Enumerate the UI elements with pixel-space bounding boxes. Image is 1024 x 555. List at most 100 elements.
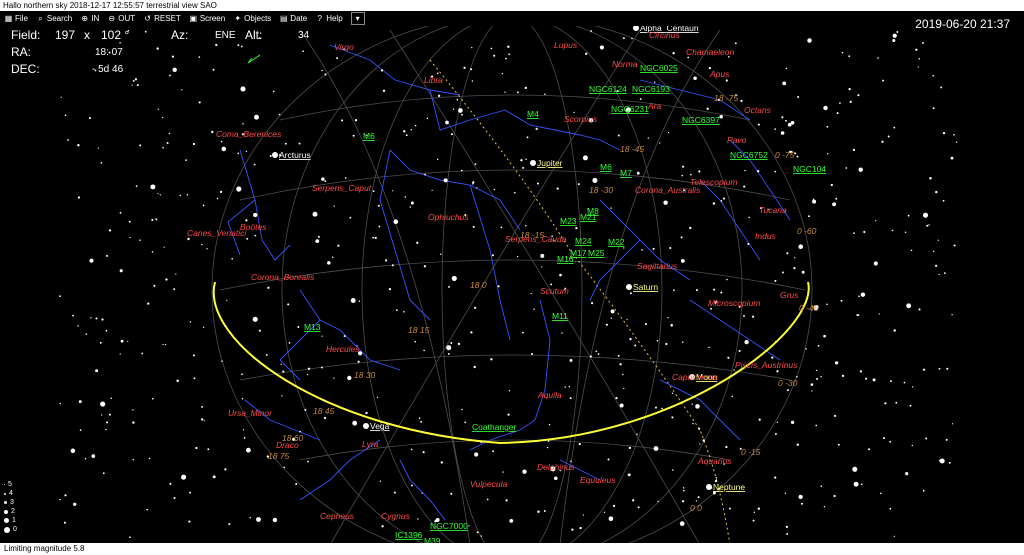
constellation-label[interactable]: Scutum	[540, 286, 569, 296]
star	[288, 341, 291, 344]
constellation-label[interactable]: Pavo	[727, 135, 747, 145]
screen-button[interactable]: ▣ Screen	[189, 14, 226, 23]
deep-sky-object-label[interactable]: M24	[575, 236, 592, 246]
planet-label[interactable]: Vega	[370, 421, 390, 431]
toolbar-dropdown-button[interactable]: ▾	[350, 12, 365, 25]
constellation-label[interactable]: Canes_Venatici	[187, 228, 247, 238]
deep-sky-object-label[interactable]: M23	[560, 216, 577, 226]
star	[135, 185, 138, 187]
star	[852, 148, 856, 152]
deep-sky-object-label[interactable]: M39	[424, 536, 441, 543]
planet-marker[interactable]	[530, 160, 536, 166]
constellation-label[interactable]: Delphinus	[537, 462, 576, 472]
star	[840, 299, 843, 302]
star	[776, 370, 779, 373]
deep-sky-object-label[interactable]: M25	[588, 248, 605, 258]
deep-sky-object-label[interactable]: IC1396	[395, 530, 423, 540]
star	[169, 482, 172, 485]
constellation-label[interactable]: Aquila	[537, 390, 562, 400]
deep-sky-object-label[interactable]: NGC6124	[589, 84, 627, 94]
search-button[interactable]: ⌕ Search	[36, 14, 72, 23]
constellation-label[interactable]: Chamaeleon	[686, 47, 734, 57]
constellation-label[interactable]: Ophiuchus	[428, 212, 469, 222]
deep-sky-object-label[interactable]: M11	[552, 311, 568, 321]
deep-sky-object-label[interactable]: M13	[304, 322, 321, 332]
star	[911, 386, 914, 388]
constellation-label[interactable]: Capricornus	[672, 372, 719, 382]
planet-marker[interactable]	[626, 284, 632, 290]
planet-label[interactable]: Saturn	[633, 282, 658, 292]
date-button[interactable]: ▤ Date	[279, 14, 307, 23]
deep-sky-object-label[interactable]: M6	[600, 162, 612, 172]
deep-sky-object-label[interactable]: NGC6752	[730, 150, 768, 160]
star	[188, 520, 191, 523]
deep-sky-object-label[interactable]: M7	[620, 168, 632, 178]
deep-sky-object-label[interactable]: NGC6025	[640, 63, 678, 73]
deep-sky-object-label[interactable]: Coathanger	[472, 422, 517, 432]
constellation-label[interactable]: Lupus	[554, 40, 578, 50]
constellation-label[interactable]: Equuleus	[580, 475, 616, 485]
star	[922, 212, 929, 218]
constellation-label[interactable]: Indus	[755, 231, 777, 241]
star	[200, 418, 204, 421]
constellation-label[interactable]: Vulpecula	[470, 479, 507, 489]
help-button[interactable]: ? Help	[315, 14, 342, 23]
planet-marker[interactable]	[363, 423, 369, 429]
star	[490, 47, 493, 50]
field-separator: x	[84, 28, 90, 42]
constellation-label[interactable]: Lyra	[362, 439, 379, 449]
constellation-label[interactable]: Hercules	[326, 344, 360, 354]
deep-sky-object-label[interactable]: M6	[363, 131, 375, 141]
star	[573, 111, 575, 114]
deep-sky-object-label[interactable]: M22	[608, 237, 625, 247]
constellation-label[interactable]: Cygnus	[381, 511, 411, 521]
deep-sky-object-label[interactable]: M16	[557, 254, 574, 264]
planet-marker[interactable]	[633, 26, 639, 31]
planet-label[interactable]: Neptune	[713, 482, 745, 492]
star	[70, 448, 76, 454]
star	[272, 90, 275, 93]
constellation-label[interactable]: Telescopium	[690, 177, 737, 187]
constellation-label[interactable]: Aquarius	[697, 456, 732, 466]
deep-sky-object-label[interactable]: NGC6231	[611, 104, 649, 114]
star	[951, 314, 953, 316]
constellation-label[interactable]: Coma_Berenices	[216, 129, 282, 139]
star	[381, 525, 384, 528]
constellation-label[interactable]: Tucana	[759, 205, 787, 215]
constellation-label[interactable]: Norma	[612, 59, 638, 69]
deep-sky-object-label[interactable]: NGC6193	[632, 84, 670, 94]
zoom-in-button[interactable]: ⊕ IN	[80, 14, 99, 23]
planet-marker[interactable]	[272, 152, 278, 158]
constellation-label[interactable]: Ursa_Minor	[228, 408, 273, 418]
deep-sky-object-label[interactable]: M21	[580, 212, 597, 222]
constellation-label[interactable]: Microscopium	[708, 298, 760, 308]
planet-marker[interactable]	[706, 484, 712, 490]
constellation-label[interactable]: Apus	[709, 69, 730, 79]
zoom-out-button[interactable]: ⊖ OUT	[107, 14, 135, 23]
star	[629, 292, 632, 295]
constellation-label[interactable]: Libra	[424, 75, 443, 85]
deep-sky-object-label[interactable]: NGC6397	[682, 115, 720, 125]
star	[669, 246, 672, 250]
constellation-label[interactable]: Cepheus	[320, 511, 355, 521]
star	[474, 452, 479, 457]
deep-sky-object-label[interactable]: NGC104	[793, 164, 826, 174]
deep-sky-object-label[interactable]: NGC7000	[430, 521, 468, 531]
sky-map[interactable]: Alpha_CentauriJupiterArcturusSaturnMoonV…	[0, 26, 1024, 543]
constellation-label[interactable]: Circinus	[649, 30, 680, 40]
file-menu-button[interactable]: ▦ File	[4, 14, 28, 23]
planet-label[interactable]: Jupiter	[537, 158, 563, 168]
constellation-label[interactable]: Virgo	[334, 42, 354, 52]
constellation-label[interactable]: Ara	[647, 101, 662, 111]
reset-button[interactable]: ↺ RESET	[143, 14, 181, 23]
planet-label[interactable]: Arcturus	[279, 150, 311, 160]
constellation-label[interactable]: Octans	[744, 105, 772, 115]
deep-sky-object-label[interactable]: M4	[527, 109, 539, 119]
constellation-label[interactable]: Serpens_Caput	[312, 183, 372, 193]
constellation-label[interactable]: Grus	[780, 290, 799, 300]
constellation-label[interactable]: Piscis_Austrinus	[735, 360, 798, 370]
constellation-label[interactable]: Scorpius	[564, 114, 598, 124]
objects-button[interactable]: ✦ Objects	[233, 14, 271, 23]
constellation-label[interactable]: Sagittarius	[637, 261, 678, 271]
constellation-label[interactable]: Corona_Borealis	[251, 272, 315, 282]
